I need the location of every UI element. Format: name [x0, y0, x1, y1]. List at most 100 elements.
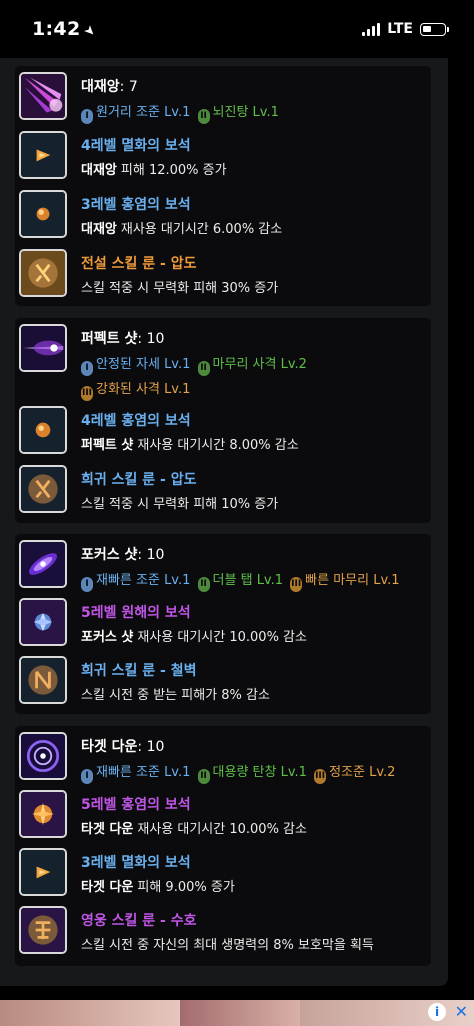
gem-row[interactable]: 5레벨 홍염의 보석 타겟 다운 재사용 대기시간 10.00% 감소	[19, 788, 424, 844]
gem-skill: 대재앙	[81, 163, 117, 178]
tripod-tier1: I 재빠른 조준 Lv.1	[81, 765, 190, 784]
gem-doomfire-icon	[19, 848, 67, 896]
gem-title: 4레벨 멸화의 보석	[81, 138, 191, 154]
gem-crimson-flame-icon	[19, 190, 67, 238]
tier1-badge-icon: I	[81, 361, 93, 376]
tripod-tier3: III 강화된 사격 Lv.1	[81, 382, 190, 401]
rune-effect: 스킬 적중 시 무력화 피해 30% 증가	[81, 281, 279, 296]
rune-row[interactable]: 희귀 스킬 룬 - 압도 스킬 적중 시 무력화 피해 10% 증가	[19, 463, 424, 519]
tripod-list: I 재빠른 조준 Lv.1 II 대용량 탄창 Lv.1 III 정조준 Lv.2	[81, 760, 421, 785]
tripod-tier1: I 안정된 자세 Lv.1	[81, 357, 190, 376]
tier3-badge-icon: III	[81, 386, 93, 401]
gem-crimson-flame-icon	[19, 406, 67, 454]
rune-row[interactable]: 전설 스킬 룬 - 압도 스킬 적중 시 무력화 피해 30% 증가	[19, 247, 424, 303]
gem-title: 4레벨 홍염의 보석	[81, 413, 191, 429]
gem-effect: 피해 9.00% 증가	[137, 880, 235, 895]
skill-focus-shot-icon	[19, 540, 67, 588]
rune-row[interactable]: 희귀 스킬 룬 - 철벽 스킬 시전 중 받는 피해가 8% 감소	[19, 654, 424, 710]
gem-skill: 퍼펙트 샷	[81, 438, 134, 453]
tripod-tier1: I 원거리 조준 Lv.1	[81, 105, 190, 124]
skill-card-1[interactable]: 대재앙: 7 I 원거리 조준 Lv.1 II 뇌진탕 Lv.1 4레벨 멸화의 보…	[15, 66, 431, 306]
gem-effect: 피해 12.00% 증가	[120, 163, 227, 178]
rune-title: 희귀 스킬 룬 - 압도	[81, 472, 197, 488]
rune-effect: 스킬 시전 중 받는 피해가 8% 감소	[81, 688, 270, 703]
tier1-badge-icon: I	[81, 109, 93, 124]
tripod-list: I 안정된 자세 Lv.1 II 마무리 사격 Lv.2 III 강화된 사격 Lv.…	[81, 352, 421, 402]
battery-icon	[420, 22, 449, 36]
tripod-tier1: I 재빠른 조준 Lv.1	[81, 573, 190, 592]
clock: 1:42➤	[32, 18, 99, 41]
gem-title: 5레벨 원해의 보석	[81, 605, 191, 621]
rune-title: 영웅 스킬 룬 - 수호	[81, 913, 197, 929]
skill-level: 10	[146, 739, 165, 755]
status-indicators: LTE	[362, 21, 449, 37]
tripod-tier2: II 뇌진탕 Lv.1	[197, 105, 279, 124]
gem-skill: 대재앙	[81, 222, 117, 237]
skill-header: 퍼펙트 샷: 10 I 안정된 자세 Lv.1 II 마무리 사격 Lv.2 III…	[19, 322, 424, 401]
skill-header: 포커스 샷: 10 I 재빠른 조준 Lv.1 II 더블 탭 Lv.1 III 빠른…	[19, 538, 424, 594]
tripod-tier2: II 마무리 사격 Lv.2	[197, 357, 307, 376]
tier3-badge-icon: III	[290, 577, 303, 592]
clock-time: 1:42	[32, 18, 81, 40]
rune-title: 전설 스킬 룬 - 압도	[81, 256, 197, 272]
skill-name: 대재앙	[81, 79, 120, 95]
gem-effect: 재사용 대기시간 6.00% 감소	[120, 222, 283, 237]
skill-name: 퍼펙트 샷	[81, 331, 138, 347]
gem-row[interactable]: 3레벨 홍염의 보석 대재앙 재사용 대기시간 6.00% 감소	[19, 188, 424, 244]
gem-blue-crystal-icon	[19, 598, 67, 646]
gem-effect: 재사용 대기시간 10.00% 감소	[137, 822, 307, 837]
tier2-badge-icon: II	[197, 577, 210, 592]
ad-banner[interactable]: i ✕	[0, 1000, 474, 1026]
skill-header: 타겟 다운: 10 I 재빠른 조준 Lv.1 II 대용량 탄창 Lv.1 III…	[19, 730, 424, 786]
network-type: LTE	[387, 21, 413, 37]
skill-card-4[interactable]: 타겟 다운: 10 I 재빠른 조준 Lv.1 II 대용량 탄창 Lv.1 III…	[15, 726, 431, 966]
skill-perfect-shot-icon	[19, 324, 67, 372]
skill-card-3[interactable]: 포커스 샷: 10 I 재빠른 조준 Lv.1 II 더블 탭 Lv.1 III 빠른…	[15, 534, 431, 714]
gem-effect: 재사용 대기시간 10.00% 감소	[137, 630, 307, 645]
close-icon[interactable]: ✕	[455, 1002, 468, 1021]
gem-skill: 타겟 다운	[81, 880, 134, 895]
rune-title: 희귀 스킬 룬 - 철벽	[81, 663, 197, 679]
skill-catastrophe-icon	[19, 72, 67, 120]
tier2-badge-icon: II	[197, 361, 210, 376]
skill-name: 포커스 샷	[81, 547, 138, 563]
skill-panel: 대재앙: 7 I 원거리 조준 Lv.1 II 뇌진탕 Lv.1 4레벨 멸화의 보…	[0, 58, 448, 986]
skill-level: 7	[128, 79, 138, 95]
tier3-badge-icon: III	[314, 769, 327, 784]
gem-effect: 재사용 대기시간 8.00% 감소	[137, 438, 299, 453]
tripod-list: I 재빠른 조준 Lv.1 II 더블 탭 Lv.1 III 빠른 마무리 Lv.1	[81, 568, 421, 593]
skill-header: 대재앙: 7 I 원거리 조준 Lv.1 II 뇌진탕 Lv.1	[19, 70, 424, 126]
tripod-list: I 원거리 조준 Lv.1 II 뇌진탕 Lv.1	[81, 100, 421, 125]
tripod-tier2: II 대용량 탄창 Lv.1	[197, 765, 307, 784]
rune-epic-icon	[19, 906, 67, 954]
signal-icon	[362, 22, 381, 36]
tripod-tier2: II 더블 탭 Lv.1	[197, 573, 283, 592]
skill-card-2[interactable]: 퍼펙트 샷: 10 I 안정된 자세 Lv.1 II 마무리 사격 Lv.2 III…	[15, 318, 431, 523]
location-arrow-icon: ➤	[80, 22, 100, 41]
skill-level: 10	[146, 331, 165, 347]
tier1-badge-icon: I	[81, 577, 93, 592]
gem-title: 3레벨 홍염의 보석	[81, 197, 191, 213]
status-bar: 1:42➤ LTE	[0, 0, 474, 58]
skill-target-down-icon	[19, 732, 67, 780]
tripod-tier3: III 빠른 마무리 Lv.1	[290, 573, 400, 592]
skill-name: 타겟 다운	[81, 739, 138, 755]
skill-level: 10	[146, 547, 165, 563]
gem-skill: 타겟 다운	[81, 822, 134, 837]
gem-title: 3레벨 멸화의 보석	[81, 855, 191, 871]
rune-row[interactable]: 영웅 스킬 룬 - 수호 스킬 시전 중 자신의 최대 생명력의 8% 보호막을…	[19, 904, 424, 960]
rune-effect: 스킬 시전 중 자신의 최대 생명력의 8% 보호막을 획득	[81, 938, 374, 953]
gem-row[interactable]: 4레벨 홍염의 보석 퍼펙트 샷 재사용 대기시간 8.00% 감소	[19, 404, 424, 460]
rune-rare-icon	[19, 656, 67, 704]
gem-row[interactable]: 4레벨 멸화의 보석 대재앙 피해 12.00% 증가	[19, 129, 424, 185]
gem-crimson-flame-icon	[19, 790, 67, 838]
rune-legendary-icon	[19, 249, 67, 297]
gem-row[interactable]: 5레벨 원해의 보석 포커스 샷 재사용 대기시간 10.00% 감소	[19, 596, 424, 652]
rune-effect: 스킬 적중 시 무력화 피해 10% 증가	[81, 497, 279, 512]
gem-title: 5레벨 홍염의 보석	[81, 797, 191, 813]
rune-rare-icon	[19, 465, 67, 513]
tier2-badge-icon: II	[197, 769, 210, 784]
gem-row[interactable]: 3레벨 멸화의 보석 타겟 다운 피해 9.00% 증가	[19, 846, 424, 902]
ad-info-icon[interactable]: i	[428, 1003, 446, 1021]
tripod-tier3: III 정조준 Lv.2	[314, 765, 395, 784]
